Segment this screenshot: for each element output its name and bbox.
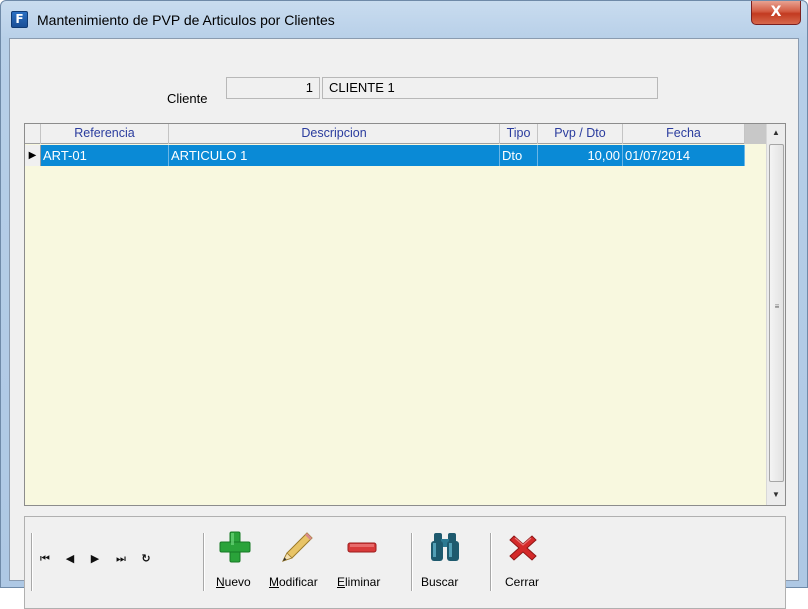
app-icon: F — [11, 11, 28, 28]
cerrar-label: Cerrar — [505, 575, 540, 589]
nuevo-label: Nuevo — [216, 575, 251, 589]
plus-icon — [219, 531, 251, 563]
scroll-up-arrow-icon[interactable]: ▲ — [767, 124, 785, 142]
cell-fecha[interactable]: 01/07/2014 — [623, 145, 745, 166]
articles-grid[interactable]: Referencia Descripcion Tipo Pvp / Dto Fe… — [24, 123, 786, 506]
nuevo-label-rest: uevo — [224, 575, 251, 589]
eliminar-label: Eliminar — [337, 575, 380, 589]
modificar-label-mnemonic: M — [269, 575, 279, 589]
nuevo-button[interactable]: Nuevo — [207, 517, 259, 608]
pencil-icon — [282, 532, 313, 562]
eliminar-label-mnemonic: E — [337, 575, 346, 589]
column-header-fecha[interactable]: Fecha — [623, 124, 745, 144]
column-header-pvp-dto[interactable]: Pvp / Dto — [538, 124, 623, 144]
client-area: Cliente 1 CLIENTE 1 Referencia Descripci… — [9, 38, 799, 609]
toolbar: ⏮ ◀ ▶ ⏭ ↻ Nuevo Modificar Eliminar Busca… — [24, 516, 786, 609]
refresh-icon[interactable]: ↻ — [138, 551, 154, 567]
close-window-button[interactable]: X — [751, 1, 801, 25]
cliente-code-field: 1 — [226, 77, 320, 99]
close-x-icon — [509, 535, 537, 561]
modificar-label: Modificar — [269, 575, 318, 589]
toolbar-separator — [31, 533, 32, 591]
nuevo-label-mnemonic: N — [216, 575, 225, 589]
scroll-thumb[interactable]: ≡ — [769, 144, 784, 482]
cliente-name-field: CLIENTE 1 — [322, 77, 658, 99]
row-indicator-icon: ▶ — [25, 145, 41, 166]
column-header-referencia[interactable]: Referencia — [41, 124, 169, 144]
header-corner — [745, 124, 766, 144]
vertical-scrollbar[interactable]: ▲ ≡ ▼ — [766, 124, 785, 505]
modificar-button[interactable]: Modificar — [265, 517, 327, 608]
scroll-grip-icon: ≡ — [774, 302, 780, 311]
cell-referencia[interactable]: ART-01 — [41, 145, 169, 166]
first-record-icon[interactable]: ⏮ — [37, 551, 53, 567]
cell-tipo[interactable]: Dto — [500, 145, 538, 166]
eliminar-label-rest: liminar — [345, 575, 381, 589]
buscar-label: Buscar — [421, 575, 459, 589]
buscar-button[interactable]: Buscar — [417, 517, 473, 608]
cliente-label: Cliente — [167, 91, 208, 106]
next-record-icon[interactable]: ▶ — [87, 551, 103, 567]
modificar-label-rest: odificar — [279, 575, 318, 589]
cell-pvp-dto[interactable]: 10,00 — [538, 145, 623, 166]
table-row[interactable]: ▶ ART-01 ARTICULO 1 Dto 10,00 01/07/2014 — [25, 145, 745, 166]
toolbar-separator — [203, 533, 204, 591]
title-bar[interactable]: F Mantenimiento de PVP de Articulos por … — [1, 1, 807, 39]
column-header-tipo[interactable]: Tipo — [500, 124, 538, 144]
minus-icon — [347, 542, 377, 553]
toolbar-separator — [490, 533, 491, 591]
grid-header: Referencia Descripcion Tipo Pvp / Dto Fe… — [25, 124, 766, 144]
cell-descripcion[interactable]: ARTICULO 1 — [169, 145, 500, 166]
header-indicator-cell — [25, 124, 41, 144]
column-header-descripcion[interactable]: Descripcion — [169, 124, 500, 144]
toolbar-separator — [411, 533, 412, 591]
window-title: Mantenimiento de PVP de Articulos por Cl… — [37, 12, 335, 28]
eliminar-button[interactable]: Eliminar — [333, 517, 391, 608]
previous-record-icon[interactable]: ◀ — [62, 551, 78, 567]
binoculars-icon — [431, 533, 459, 561]
last-record-icon[interactable]: ⏭ — [113, 551, 129, 567]
cerrar-button[interactable]: Cerrar — [497, 517, 549, 608]
scroll-down-arrow-icon[interactable]: ▼ — [767, 486, 785, 504]
window: F Mantenimiento de PVP de Articulos por … — [0, 0, 808, 609]
